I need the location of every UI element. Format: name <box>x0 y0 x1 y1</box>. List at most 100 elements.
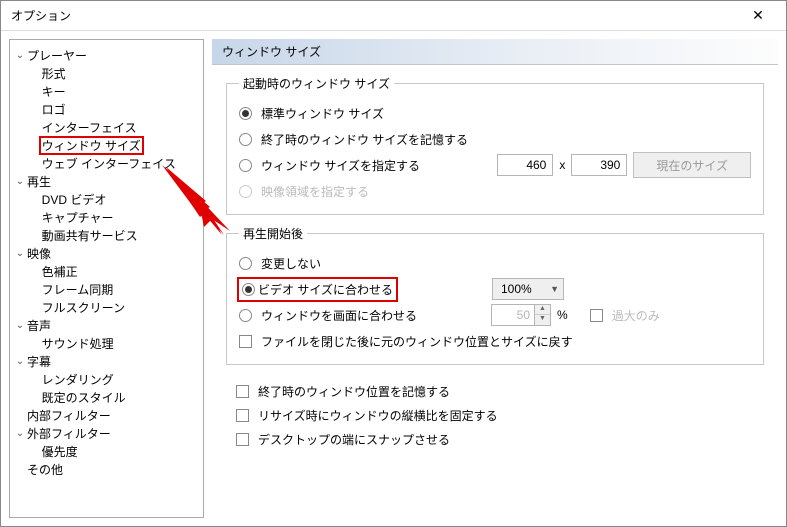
radio-fit-window[interactable] <box>239 309 252 322</box>
tree-item-18[interactable]: レンダリング <box>12 370 201 388</box>
label-standard-size: 標準ウィンドウ サイズ <box>261 105 384 122</box>
checkbox-snap-desktop[interactable] <box>236 433 249 446</box>
tree-indent <box>12 448 30 455</box>
tree-indent <box>12 214 30 221</box>
tree-item-label: インターフェイス <box>40 119 139 136</box>
titlebar: オプション ✕ <box>1 1 786 31</box>
tree-item-15[interactable]: ⌄音声 <box>12 316 201 334</box>
label-snap-desktop: デスクトップの端にスナップさせる <box>258 431 450 448</box>
tree-indent <box>12 232 30 239</box>
row-specify-size[interactable]: ウィンドウ サイズを指定する x 現在のサイズ <box>239 152 751 178</box>
chevron-down-icon: ▼ <box>550 284 559 294</box>
tree-item-17[interactable]: ⌄字幕 <box>12 352 201 370</box>
window-title: オプション <box>11 7 71 24</box>
tree-item-7[interactable]: ⌄再生 <box>12 172 201 190</box>
row-fit-video[interactable]: ビデオ サイズに合わせる 100% ▼ <box>239 276 751 302</box>
radio-remember-exit-size[interactable] <box>239 133 252 146</box>
row-fit-window[interactable]: ウィンドウを画面に合わせる ▲ ▼ % 過大のみ <box>239 302 751 328</box>
label-oversized-only: 過大のみ <box>612 307 660 324</box>
row-snap-desktop[interactable]: デスクトップの端にスナップさせる <box>236 427 754 451</box>
tree-item-21[interactable]: ⌄外部フィルター <box>12 424 201 442</box>
tree-item-label: 色補正 <box>40 263 80 280</box>
tree-item-label: ウェブ インターフェイス <box>40 155 178 172</box>
btn-current-size[interactable]: 現在のサイズ <box>633 152 751 178</box>
tree-item-5[interactable]: ウィンドウ サイズ <box>12 136 201 154</box>
tree-item-0[interactable]: ⌄プレーヤー <box>12 46 201 64</box>
input-width[interactable] <box>497 154 553 176</box>
tree-item-14[interactable]: フルスクリーン <box>12 298 201 316</box>
tree-item-20[interactable]: 内部フィルター <box>12 406 201 424</box>
tree-item-1[interactable]: 形式 <box>12 64 201 82</box>
tree-indent <box>12 88 30 95</box>
input-fit-window-percent[interactable] <box>491 304 535 326</box>
tree-item-label: 外部フィルター <box>25 425 113 442</box>
tree-item-6[interactable]: ウェブ インターフェイス <box>12 154 201 172</box>
tree-indent <box>12 286 30 293</box>
label-specify-size: ウィンドウ サイズを指定する <box>261 157 420 174</box>
input-height[interactable] <box>571 154 627 176</box>
category-tree[interactable]: ⌄プレーヤー 形式 キー ロゴ インターフェイス ウィンドウ サイズ ウェブ イ… <box>9 39 204 518</box>
tree-item-label: ウィンドウ サイズ <box>40 137 143 154</box>
tree-item-9[interactable]: キャプチャー <box>12 208 201 226</box>
twisty-open-icon[interactable]: ⌄ <box>15 248 25 259</box>
spin-down-icon[interactable]: ▼ <box>535 315 550 325</box>
twisty-open-icon[interactable]: ⌄ <box>15 428 25 439</box>
twisty-open-icon[interactable]: ⌄ <box>15 50 25 61</box>
tree-item-3[interactable]: ロゴ <box>12 100 201 118</box>
row-aspect-lock[interactable]: リサイズ時にウィンドウの縦横比を固定する <box>236 403 754 427</box>
close-button[interactable]: ✕ <box>738 2 778 30</box>
tree-indent <box>12 340 30 347</box>
tree-item-8[interactable]: DVD ビデオ <box>12 190 201 208</box>
group-startup-legend: 起動時のウィンドウ サイズ <box>239 75 394 92</box>
row-standard-size[interactable]: 標準ウィンドウ サイズ <box>239 100 751 126</box>
row-remember-win-pos[interactable]: 終了時のウィンドウ位置を記憶する <box>236 379 754 403</box>
tree-item-13[interactable]: フレーム同期 <box>12 280 201 298</box>
radio-standard-size[interactable] <box>239 107 252 120</box>
tree-item-22[interactable]: 優先度 <box>12 442 201 460</box>
checkbox-oversized-only[interactable] <box>590 309 603 322</box>
label-remember-win-pos: 終了時のウィンドウ位置を記憶する <box>258 383 450 400</box>
radio-video-region <box>239 185 252 198</box>
label-video-region: 映像領域を指定する <box>261 183 369 200</box>
twisty-open-icon[interactable]: ⌄ <box>15 356 25 367</box>
tree-indent <box>12 106 30 113</box>
content-area: ⌄プレーヤー 形式 キー ロゴ インターフェイス ウィンドウ サイズ ウェブ イ… <box>1 31 786 526</box>
select-fit-percent-value: 100% <box>501 282 532 296</box>
checkbox-restore-pos[interactable] <box>239 335 252 348</box>
tree-item-12[interactable]: 色補正 <box>12 262 201 280</box>
radio-specify-size[interactable] <box>239 159 252 172</box>
tree-item-label: ロゴ <box>40 101 68 118</box>
tree-item-10[interactable]: 動画共有サービス <box>12 226 201 244</box>
tree-item-label: プレーヤー <box>25 47 89 64</box>
spinner-fit-window[interactable]: ▲ ▼ <box>491 304 551 326</box>
radio-fit-video[interactable] <box>242 283 255 296</box>
checkbox-remember-win-pos[interactable] <box>236 385 249 398</box>
tree-item-23[interactable]: その他 <box>12 460 201 478</box>
tree-item-label: DVD ビデオ <box>40 191 109 208</box>
row-remember-exit-size[interactable]: 終了時のウィンドウ サイズを記憶する <box>239 126 751 152</box>
label-remember-exit-size: 終了時のウィンドウ サイズを記憶する <box>261 131 468 148</box>
tree-indent <box>12 376 30 383</box>
radio-no-change[interactable] <box>239 257 252 270</box>
twisty-open-icon[interactable]: ⌄ <box>15 176 25 187</box>
tree-item-19[interactable]: 既定のスタイル <box>12 388 201 406</box>
twisty-open-icon[interactable]: ⌄ <box>15 320 25 331</box>
tree-item-4[interactable]: インターフェイス <box>12 118 201 136</box>
panel-header: ウィンドウ サイズ <box>212 39 778 65</box>
tree-indent <box>12 160 30 167</box>
checkbox-aspect-lock[interactable] <box>236 409 249 422</box>
tree-item-11[interactable]: ⌄映像 <box>12 244 201 262</box>
row-restore-pos[interactable]: ファイルを閉じた後に元のウィンドウ位置とサイズに戻す <box>239 328 751 354</box>
tree-item-16[interactable]: サウンド処理 <box>12 334 201 352</box>
label-fit-video: ビデオ サイズに合わせる <box>258 281 393 298</box>
select-fit-percent[interactable]: 100% ▼ <box>492 278 564 300</box>
tree-item-label: フレーム同期 <box>40 281 116 298</box>
tree-item-label: サウンド処理 <box>40 335 116 352</box>
tree-item-label: 形式 <box>40 65 68 82</box>
row-no-change[interactable]: 変更しない <box>239 250 751 276</box>
label-aspect-lock: リサイズ時にウィンドウの縦横比を固定する <box>258 407 498 424</box>
tree-item-2[interactable]: キー <box>12 82 201 100</box>
spin-up-icon[interactable]: ▲ <box>535 305 550 315</box>
group-after-legend: 再生開始後 <box>239 225 307 242</box>
tree-indent <box>12 268 30 275</box>
